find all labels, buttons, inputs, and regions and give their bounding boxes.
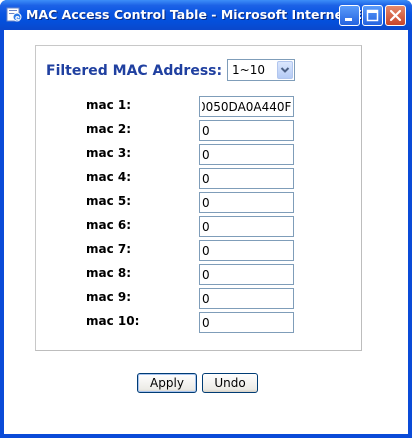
mac-7-label: mac 7: [86,242,132,256]
filtered-mac-label: Filtered MAC Address: [46,63,223,79]
undo-button[interactable]: Undo [202,373,258,393]
close-button[interactable] [385,5,406,26]
mac-2-input[interactable] [199,120,294,141]
svg-text:e: e [15,14,20,22]
mac-5-input[interactable] [199,192,294,213]
mac-7-input[interactable] [199,240,294,261]
mac-9-label: mac 9: [86,290,132,304]
mac-2-label: mac 2: [86,122,132,136]
minimize-button[interactable] [339,5,360,26]
mac-10-input[interactable] [199,312,294,333]
title-bar[interactable]: e MAC Access Control Table - Microsoft I… [0,0,412,30]
mac-4-input[interactable] [199,168,294,189]
mac-10-label: mac 10: [86,314,140,328]
mac-range-select[interactable]: 1~10 [227,59,295,81]
minimize-icon [345,18,352,21]
window-bottom-border [0,434,412,438]
maximize-button[interactable] [362,5,383,26]
mac-9-input[interactable] [199,288,294,309]
mac-6-label: mac 6: [86,218,132,232]
mac-6-input[interactable] [199,216,294,237]
mac-range-value: 1~10 [232,63,265,77]
chevron-down-icon[interactable] [277,61,293,79]
close-icon [389,9,402,22]
mac-1-input[interactable] [199,96,294,117]
mac-8-input[interactable] [199,264,294,285]
mac-3-input[interactable] [199,144,294,165]
browser-popup-window: e MAC Access Control Table - Microsoft I… [0,0,412,438]
maximize-icon [366,9,379,22]
mac-8-label: mac 8: [86,266,132,280]
content-area: Filtered MAC Address: 1~10 mac 1: mac 2:… [4,30,408,434]
mac-5-label: mac 5: [86,194,132,208]
window-title: MAC Access Control Table - Microsoft Int… [26,7,377,22]
apply-button[interactable]: Apply [137,373,197,393]
mac-3-label: mac 3: [86,146,132,160]
mac-1-label: mac 1: [86,98,132,112]
mac-4-label: mac 4: [86,170,132,184]
internet-explorer-icon: e [6,6,22,22]
